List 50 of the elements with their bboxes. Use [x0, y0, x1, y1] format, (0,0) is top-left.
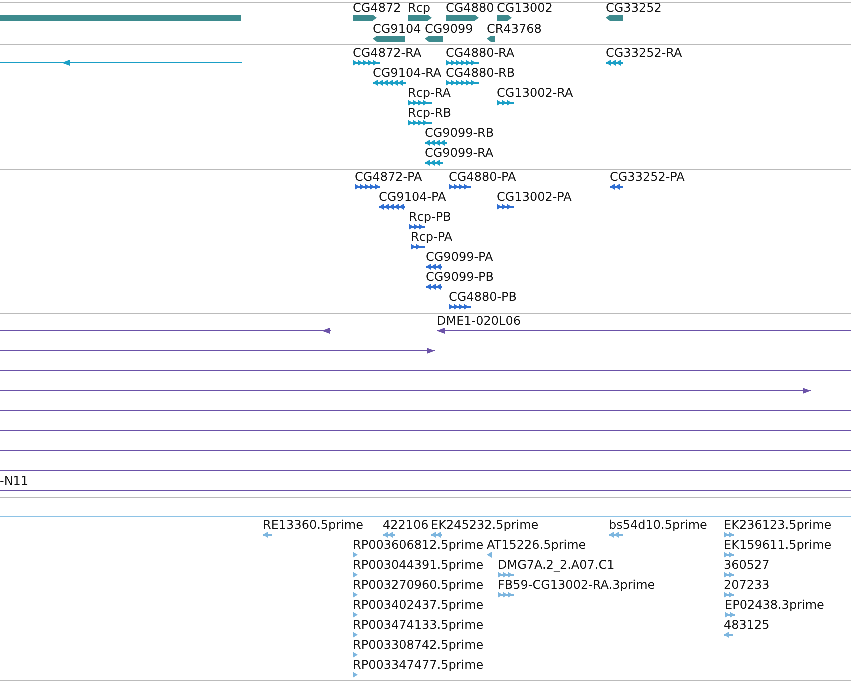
feature-label: CG4872 [353, 1, 402, 15]
feature-label: RP003308742.5prime [353, 638, 484, 652]
feature-label: CG33252-PA [610, 170, 685, 184]
feature-label: CG33252-RA [606, 46, 682, 60]
feature-label: CG9104-PA [379, 190, 446, 204]
feature-label: CG4872-PA [355, 170, 422, 184]
feature-label: Rcp-PB [409, 210, 452, 224]
feature-label: bs54d10.5prime [609, 518, 708, 532]
feature-label: FB59-CG13002-RA.3prime [498, 578, 656, 592]
feature-label: RP003270960.5prime [353, 578, 484, 592]
feature-label: DMG7A.2_2.A07.C1 [498, 558, 615, 572]
feature-label: EK159611.5prime [724, 538, 832, 552]
feature-label: RP003402437.5prime [353, 598, 484, 612]
feature-label: 360527 [724, 558, 770, 572]
feature-label: CG13002-RA [497, 86, 574, 100]
feature-label: CG9099-RA [425, 146, 494, 160]
feature-label: CG33252 [606, 1, 662, 15]
feature-label: DME1-020L06 [437, 314, 521, 328]
feature-label: CG4880-RB [446, 66, 516, 80]
feature-label: CG9099 [425, 22, 474, 36]
feature-label: CG4872-RA [353, 46, 422, 60]
feature-label: CG9104 [373, 22, 422, 36]
feature-label: Rcp-RA [408, 86, 451, 100]
feature-label: EP02438.3prime [725, 598, 824, 612]
feature-label: CG9104-RA [373, 66, 442, 80]
feature-label: 422106 [383, 518, 429, 532]
feature-label: 207233 [724, 578, 770, 592]
feature-label: CG4880-RA [446, 46, 515, 60]
feature-label: EK236123.5prime [724, 518, 832, 532]
feature-label: 483125 [724, 618, 770, 632]
feature-label: CR43768 [487, 22, 542, 36]
feature-label: Rcp-PA [411, 230, 453, 244]
feature-label: CG13002-PA [497, 190, 572, 204]
feature-label: CG13002 [497, 1, 553, 15]
feature-label: RP003606812.5prime [353, 538, 484, 552]
feature-label: Rcp-RB [408, 106, 452, 120]
feature-label: EK245232.5prime [431, 518, 539, 532]
feature-label: RP003474133.5prime [353, 618, 484, 632]
feature-label: RP003347477.5prime [353, 658, 484, 672]
feature-label: CG9099-PA [426, 250, 494, 264]
feature-label: CG9099-PB [426, 270, 494, 284]
feature-label: RE13360.5prime [263, 518, 364, 532]
feature-label: CG4880-PB [449, 290, 518, 304]
feature-label: CG4880 [446, 1, 494, 15]
feature-label: -N11 [0, 474, 29, 488]
feature-label: CG9099-RB [425, 126, 494, 140]
feature-label: CG4880-PA [449, 170, 516, 184]
feature-label: AT15226.5prime [487, 538, 586, 552]
feature-label: Rcp [408, 1, 431, 15]
feature-label: RP003044391.5prime [353, 558, 484, 572]
